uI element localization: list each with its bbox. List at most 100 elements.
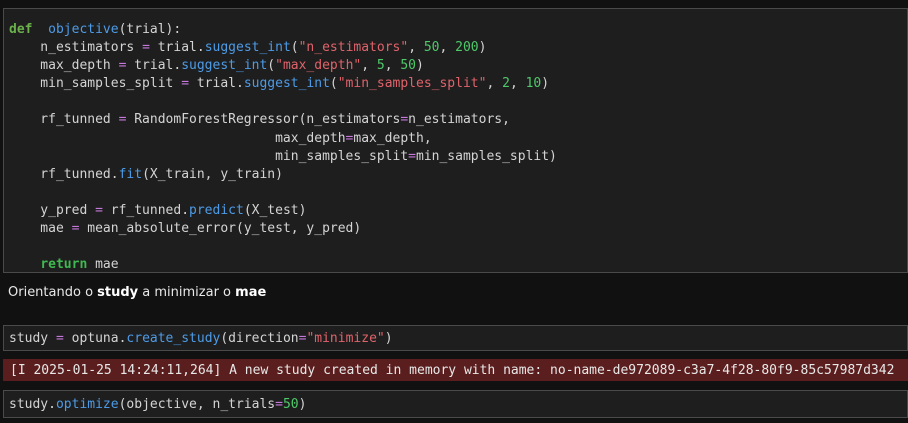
code-token: min_samples_split) — [416, 148, 557, 164]
code-token: ) — [478, 40, 487, 56]
code-editor[interactable]: study.optimize(objective, n_trials=50) — [9, 396, 306, 414]
code-token: = — [275, 397, 283, 412]
code-token: = — [408, 148, 416, 164]
code-editor[interactable]: def objective(trial): n_estimators = tri… — [9, 21, 557, 274]
code-line: max_depth=max_depth, — [9, 130, 557, 148]
code-token: trial. — [189, 76, 244, 92]
code-token: 200 — [455, 40, 479, 56]
code-token: (direction — [220, 331, 299, 346]
code-token: trial. — [149, 40, 205, 56]
code-line: rf_tunned = RandomForestRegressor(n_esti… — [9, 111, 557, 129]
code-token: 10 — [525, 76, 542, 92]
code-token: max_depth — [9, 130, 346, 146]
output-text: [I 2025-01-25 14:24:11,264] A new study … — [10, 363, 895, 378]
code-token: = — [400, 112, 409, 128]
code-token: mean_absolute_error(y_test, y_pred) — [79, 221, 362, 237]
code-token: optimize — [55, 397, 119, 412]
code-token: mae — [87, 257, 119, 273]
code-token: rf_tunned. — [9, 166, 119, 182]
markdown-bold-mae: mae — [235, 285, 267, 300]
code-token: ) — [384, 331, 393, 346]
code-token: trial. — [126, 58, 182, 74]
code-editor[interactable]: study = optuna.create_study(direction="m… — [9, 330, 393, 348]
cell-output-stderr: [I 2025-01-25 14:24:11,264] A new study … — [3, 359, 908, 381]
code-token: , — [384, 58, 401, 74]
code-token: min_samples_split — [9, 76, 182, 92]
code-token: ) — [541, 76, 550, 92]
code-token: (X_test) — [243, 202, 307, 218]
code-token: "max_depth" — [275, 58, 362, 74]
code-token: "n_estimators" — [298, 40, 409, 56]
code-token: def — [9, 22, 33, 37]
code-token: suggest_int — [204, 40, 291, 56]
code-token: max_depth — [9, 58, 119, 74]
code-token: ( — [267, 58, 276, 74]
code-line: def objective(trial): — [9, 21, 557, 39]
code-token: rf_tunned — [9, 112, 119, 128]
code-line: return mae — [9, 256, 557, 274]
code-token: create_study — [126, 331, 221, 346]
code-token: , — [361, 58, 377, 74]
code-token: mae — [9, 221, 72, 237]
code-line: study.optimize(objective, n_trials=50) — [9, 396, 306, 414]
code-token: 50 — [400, 58, 417, 74]
code-token: = — [181, 76, 190, 92]
code-token: fit — [118, 166, 143, 182]
code-token: (X_train, y_train) — [142, 166, 283, 182]
code-cell-objective[interactable]: def objective(trial): n_estimators = tri… — [3, 8, 908, 273]
code-line: min_samples_split=min_samples_split) — [9, 148, 557, 166]
code-token: 50 — [423, 40, 440, 56]
code-token: 5 — [376, 58, 385, 74]
code-token: study. — [9, 397, 56, 412]
code-token: , — [408, 40, 424, 56]
code-token: = — [55, 331, 64, 346]
code-token: ( — [290, 40, 299, 56]
code-line: mae = mean_absolute_error(y_test, y_pred… — [9, 220, 557, 238]
code-token: ) — [416, 58, 424, 74]
code-token: (objective, n_trials — [118, 397, 276, 412]
code-token: "min_samples_split" — [337, 76, 487, 92]
code-token: rf_tunned. — [102, 202, 190, 218]
code-token: , — [509, 76, 526, 92]
code-token: ) — [298, 397, 307, 412]
code-line: y_pred = rf_tunned.predict(X_test) — [9, 202, 557, 220]
code-token: 2 — [502, 76, 510, 92]
code-token: predict — [189, 202, 244, 218]
code-cell-create-study[interactable]: study = optuna.create_study(direction="m… — [3, 325, 908, 351]
markdown-prefix: Orientando o — [8, 285, 98, 300]
code-token: suggest_int — [181, 58, 268, 74]
code-token: n_estimators — [9, 40, 143, 56]
markdown-bold-study: study — [97, 285, 139, 300]
code-token: ( — [329, 76, 338, 92]
code-token: suggest_int — [243, 76, 330, 92]
code-token: optuna. — [63, 331, 127, 346]
code-line: n_estimators = trial.suggest_int("n_esti… — [9, 39, 557, 57]
code-token: return — [40, 257, 88, 273]
code-token: , — [486, 76, 503, 92]
code-token: 50 — [282, 397, 299, 412]
code-token: = — [95, 202, 103, 218]
code-token: study — [9, 331, 56, 346]
code-token: objective — [48, 22, 119, 37]
markdown-middle: a minimizar o — [138, 285, 236, 300]
code-token: max_depth, — [353, 130, 432, 146]
code-token: n_estimators, — [408, 112, 510, 128]
code-cell-optimize[interactable]: study.optimize(objective, n_trials=50) — [3, 390, 908, 418]
code-line: rf_tunned.fit(X_train, y_train) — [9, 166, 557, 184]
code-token: min_samples_split — [9, 148, 409, 164]
code-token: = — [142, 40, 150, 56]
code-token: y_pred — [9, 202, 96, 218]
code-token: RandomForestRegressor(n_estimators — [126, 112, 401, 128]
code-token: , — [439, 40, 456, 56]
code-line: max_depth = trial.suggest_int("max_depth… — [9, 57, 557, 75]
code-token: (trial): — [118, 22, 182, 37]
code-line: min_samples_split = trial.suggest_int("m… — [9, 75, 557, 93]
markdown-cell: Orientando o study a minimizar o mae — [8, 285, 266, 300]
code-token: "minimize" — [306, 331, 385, 346]
code-line: study = optuna.create_study(direction="m… — [9, 330, 393, 348]
